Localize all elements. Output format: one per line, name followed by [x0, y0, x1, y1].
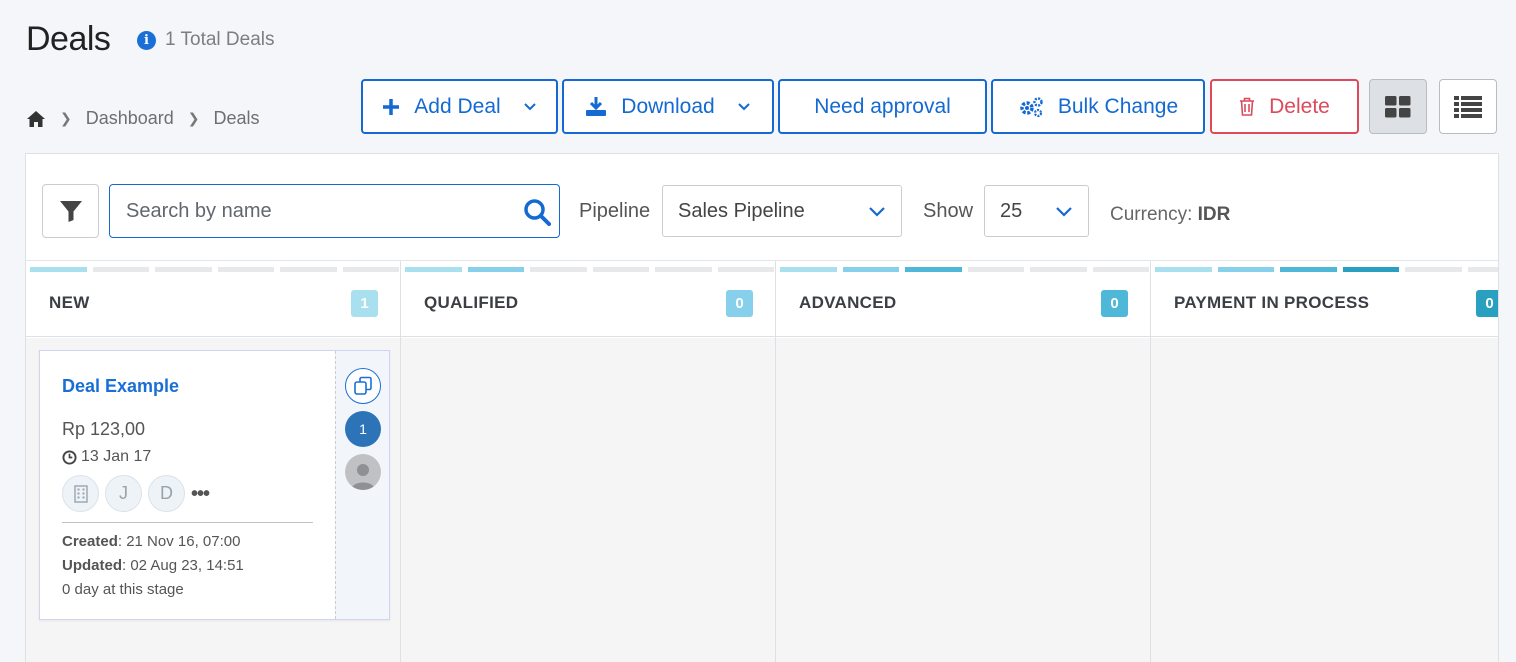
contact-avatar-d[interactable]: D [148, 475, 185, 512]
list-view-button[interactable] [1439, 79, 1497, 134]
filter-icon [59, 201, 82, 222]
info-icon: i [137, 30, 156, 50]
column-count-badge: 0 [726, 290, 753, 317]
column-count-badge: 0 [1476, 290, 1498, 317]
activity-count-badge[interactable]: 1 [345, 411, 381, 447]
chevron-down-icon [869, 207, 885, 217]
chevron-down-icon [737, 102, 750, 110]
search-box [109, 184, 560, 238]
filter-button[interactable] [42, 184, 99, 238]
stage-duration: 0 day at this stage [62, 581, 184, 598]
updated-info: Updated: 02 Aug 23, 14:51 [62, 557, 244, 574]
column-qualified: QUALIFIED 0 [401, 261, 776, 662]
column-title: PAYMENT IN PROCESS [1174, 293, 1370, 312]
created-value: : 21 Nov 16, 07:00 [117, 533, 241, 550]
total-deals-text: 1 Total Deals [165, 29, 275, 50]
column-new: NEW 1 Deal Example Rp 123,00 13 Jan 17 J… [26, 261, 401, 662]
building-icon [73, 484, 88, 503]
contact-avatar-j[interactable]: J [105, 475, 142, 512]
search-icon[interactable] [523, 198, 551, 226]
breadcrumb-dashboard[interactable]: Dashboard [86, 108, 174, 129]
deal-card[interactable]: Deal Example Rp 123,00 13 Jan 17 J D •••… [39, 350, 390, 620]
column-header: NEW 1 [26, 273, 400, 337]
created-label: Created [62, 533, 118, 550]
breadcrumb-deals: Deals [213, 108, 260, 128]
updated-label: Updated [62, 557, 122, 574]
stage-progress [1155, 267, 1498, 272]
chevron-down-icon [523, 102, 536, 110]
deal-card-actions: 1 [335, 351, 389, 619]
stage-progress [30, 267, 399, 272]
total-deals: i 1 Total Deals [137, 29, 275, 51]
deals-board-panel: Pipeline Sales Pipeline Show 25 Currency… [25, 153, 1499, 662]
gears-icon [1020, 96, 1043, 117]
deal-contacts: J D ••• [62, 475, 210, 512]
stage-progress [405, 267, 774, 272]
updated-value: : 02 Aug 23, 14:51 [122, 557, 244, 574]
home-icon[interactable] [26, 110, 46, 128]
delete-button[interactable]: Delete [1210, 79, 1359, 134]
column-header: PAYMENT IN PROCESS 0 [1151, 273, 1498, 337]
more-icon[interactable]: ••• [191, 484, 210, 504]
pipeline-columns: NEW 1 Deal Example Rp 123,00 13 Jan 17 J… [26, 260, 1498, 662]
currency-value: IDR [1197, 204, 1231, 225]
currency-label: Currency: [1110, 204, 1193, 225]
add-deal-button[interactable]: Add Deal [361, 79, 558, 134]
pipeline-select[interactable]: Sales Pipeline [662, 185, 902, 237]
user-icon [351, 464, 375, 490]
deal-amount: Rp 123,00 [62, 419, 146, 439]
delete-label: Delete [1269, 94, 1330, 118]
column-body [401, 338, 775, 662]
column-title: ADVANCED [799, 293, 897, 312]
deal-date: 13 Jan 17 [62, 448, 151, 466]
currency-display: Currency: IDR [1110, 204, 1230, 226]
owner-avatar[interactable] [345, 454, 381, 490]
show-label: Show [923, 200, 974, 222]
pipeline-value: Sales Pipeline [678, 199, 805, 222]
chevron-down-icon [1056, 207, 1072, 217]
stage-progress [780, 267, 1149, 272]
grid-view-button[interactable] [1369, 79, 1427, 134]
bulk-change-button[interactable]: Bulk Change [991, 79, 1205, 134]
column-title: NEW [49, 293, 90, 312]
pipeline-label: Pipeline [579, 200, 651, 222]
grid-view-icon [1385, 95, 1411, 117]
need-approval-button[interactable]: Need approval [778, 79, 987, 134]
column-payment-in-process: PAYMENT IN PROCESS 0 [1151, 261, 1498, 662]
column-header: ADVANCED 0 [776, 273, 1150, 337]
column-header: QUALIFIED 0 [401, 273, 775, 337]
chevron-right-icon: ❯ [187, 110, 200, 126]
download-icon [586, 96, 607, 116]
download-label: Download [621, 94, 715, 118]
copy-deal-button[interactable] [345, 368, 381, 404]
add-deal-label: Add Deal [414, 94, 501, 118]
company-avatar[interactable] [62, 475, 99, 512]
copy-icon [354, 376, 372, 395]
breadcrumb: ❯ Dashboard ❯ Deals [26, 108, 260, 129]
clock-icon [62, 449, 77, 465]
show-value: 25 [1000, 199, 1023, 222]
page-title: Deals [26, 20, 111, 58]
chevron-right-icon: ❯ [60, 110, 72, 126]
bulk-change-label: Bulk Change [1057, 94, 1179, 118]
list-view-icon [1454, 95, 1482, 118]
deal-date-text: 13 Jan 17 [81, 448, 152, 465]
created-info: Created: 21 Nov 16, 07:00 [62, 533, 240, 550]
column-count-badge: 0 [1101, 290, 1128, 317]
download-button[interactable]: Download [562, 79, 774, 134]
deal-card-main: Deal Example Rp 123,00 13 Jan 17 J D •••… [40, 351, 335, 619]
plus-icon [383, 98, 400, 115]
column-body [1151, 338, 1498, 662]
trash-icon [1240, 97, 1255, 116]
search-input[interactable] [110, 185, 510, 237]
column-body [776, 338, 1150, 662]
column-title: QUALIFIED [424, 293, 519, 312]
deal-name-link[interactable]: Deal Example [62, 376, 179, 397]
card-divider [62, 522, 313, 523]
column-count-badge: 1 [351, 290, 378, 317]
column-advanced: ADVANCED 0 [776, 261, 1151, 662]
show-select[interactable]: 25 [984, 185, 1089, 237]
column-body: Deal Example Rp 123,00 13 Jan 17 J D •••… [26, 338, 400, 662]
